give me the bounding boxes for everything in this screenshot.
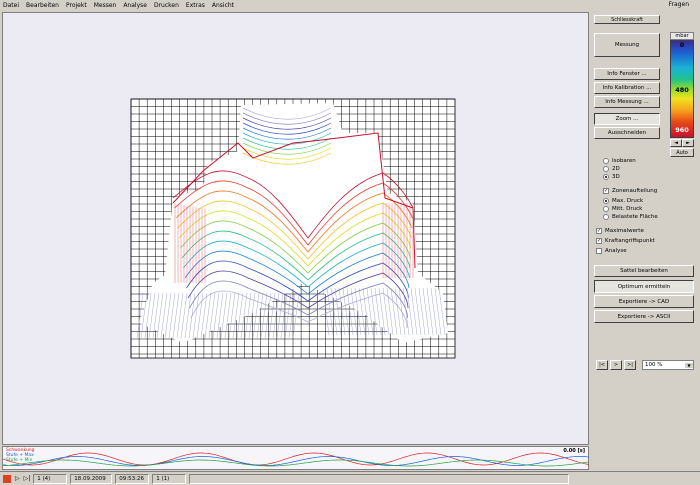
trace-legend: Schwankung Stufe + Max Stufe + Min (6, 448, 35, 463)
export-cad-button[interactable]: Exportiere -> CAD (594, 295, 694, 308)
export-ascii-button[interactable]: Exportiere -> ASCII (594, 310, 694, 323)
menu-item-5[interactable]: Drucken (154, 2, 179, 9)
loaded-area-option[interactable]: Belastete Fläche (603, 214, 658, 220)
force-point-check-box[interactable]: ✓ (596, 238, 602, 244)
pressure-plot (130, 98, 456, 359)
scale-label-min: 0 (679, 41, 685, 49)
pressure-3d-view[interactable] (2, 12, 589, 445)
view-isobaren-option[interactable]: Isobaren (603, 158, 636, 164)
time-indicator: 09:53:26 (115, 473, 150, 484)
analysis-checkbox[interactable]: Analyse (596, 248, 627, 254)
menu-item-2[interactable]: Projekt (66, 2, 87, 9)
chevron-down-icon[interactable]: ▼ (685, 362, 693, 368)
info-calibration-button[interactable]: Info Kalibration ... (594, 82, 660, 94)
next-frame-button[interactable]: > (610, 360, 622, 370)
status-empty (189, 473, 570, 484)
radio-3d[interactable] (603, 174, 609, 180)
menu-item-3[interactable]: Messen (94, 2, 117, 9)
edit-saddle-button[interactable]: Sattel bearbeiten (594, 265, 694, 277)
zone-check-box[interactable]: ✓ (603, 188, 609, 194)
trace-legend-2: Stufe + Min (6, 458, 33, 463)
trace-plot (2, 452, 590, 467)
radio-2d[interactable] (603, 166, 609, 172)
menu-item-0[interactable]: Datei (3, 2, 19, 9)
measure-button[interactable]: Messung (594, 33, 660, 57)
analysis-check-box[interactable] (596, 248, 602, 254)
record-icon[interactable] (3, 474, 11, 483)
trace-time: 0.00 [s] (563, 448, 585, 454)
play-icon[interactable]: ▷ (15, 475, 20, 482)
trace-line-0 (2, 452, 590, 466)
scale-label-max: 960 (675, 126, 689, 134)
zoom-button[interactable]: Zoom ... (594, 113, 660, 125)
first-frame-button[interactable]: |< (596, 360, 608, 370)
menu-item-1[interactable]: Bearbeiten (26, 2, 59, 9)
max-pressure-option[interactable]: Max. Druck (603, 198, 643, 204)
scale-unit: mbar (670, 32, 694, 40)
find-optimum-button[interactable]: Optimum ermitteln (594, 280, 694, 293)
zoom-select[interactable]: 100 % ▼ (642, 360, 694, 370)
scale-label-mid: 480 (675, 86, 689, 94)
view-3d-option[interactable]: 3D (603, 174, 620, 180)
radio-isobaren[interactable] (603, 158, 609, 164)
menu-item-4[interactable]: Analyse (123, 2, 147, 9)
date-indicator: 18.09.2009 (70, 473, 113, 484)
frame-indicator: 1 (4) (33, 473, 68, 484)
zone-checkbox[interactable]: ✓ Zonenaufteilung (603, 188, 657, 194)
radio-mean-pressure[interactable] (603, 206, 609, 212)
menu-help[interactable]: Fragen (669, 1, 689, 8)
mean-pressure-option[interactable]: Mitt. Druck (603, 206, 642, 212)
force-point-checkbox[interactable]: ✓ Kraftangriffspunkt (596, 238, 655, 244)
next-icon[interactable]: ▷| (24, 475, 31, 482)
view-2d-option[interactable]: 2D (603, 166, 620, 172)
radio-max-pressure[interactable] (603, 198, 609, 204)
status-bar: ▷ ▷| 1 (4) 18.09.2009 09:53:26 1 (1) (0, 471, 700, 485)
radio-loaded-area[interactable] (603, 214, 609, 220)
scale-auto-button[interactable]: Auto (670, 148, 694, 157)
max-values-checkbox[interactable]: ✓ Maximalwerte (596, 228, 644, 234)
info-measurement-button[interactable]: Info Messung ... (594, 96, 660, 108)
count-indicator: 1 (1) (152, 473, 187, 484)
scale-right-button[interactable]: ► (682, 139, 694, 147)
scale-left-button[interactable]: ◄ (670, 139, 682, 147)
info-window-button[interactable]: Info Fenster ... (594, 68, 660, 80)
menu-bar: Datei Bearbeiten Projekt Messen Analyse Druck… (0, 0, 700, 11)
pressure-trace: Schwankung Stufe + Max Stufe + Min 0.00 … (2, 446, 590, 470)
last-frame-button[interactable]: >| (624, 360, 636, 370)
menu-item-6[interactable]: Extras (186, 2, 205, 9)
cutout-button[interactable]: Ausschneiden (594, 127, 660, 139)
menu-item-7[interactable]: Ansicht (212, 2, 234, 9)
panel-title: Schliesskraft (594, 15, 660, 24)
max-values-check-box[interactable]: ✓ (596, 228, 602, 234)
zoom-select-value: 100 % (645, 362, 663, 368)
